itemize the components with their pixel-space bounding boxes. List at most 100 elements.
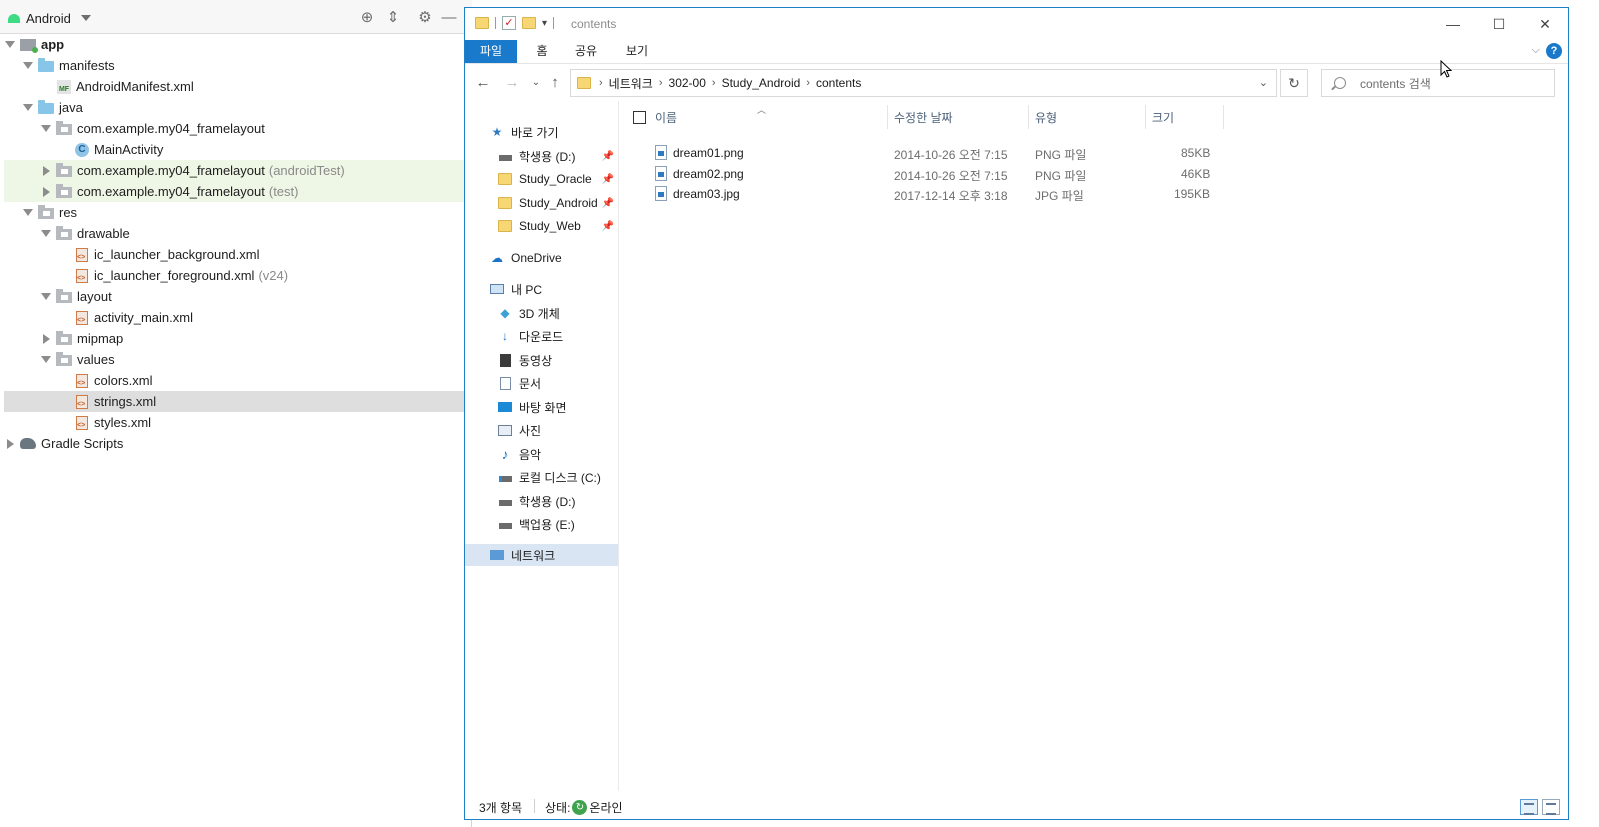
expand-arrow-icon[interactable] — [4, 438, 16, 450]
tree-item-ic-launcher-foreground[interactable]: ic_launcher_foreground.xml (v24) — [4, 265, 472, 286]
nav-3d-objects[interactable]: ◆ 3D 개체 — [465, 302, 618, 324]
tree-item-drawable[interactable]: drawable — [4, 223, 472, 244]
breadcrumb-separator-icon[interactable]: › — [599, 77, 603, 89]
close-button[interactable]: ✕ — [1522, 8, 1568, 40]
expand-arrow-icon[interactable] — [40, 165, 52, 177]
view-selector[interactable]: Android — [8, 9, 91, 27]
tab-file[interactable]: 파일 — [465, 40, 517, 63]
breadcrumb-separator-icon[interactable]: › — [712, 77, 716, 89]
collapse-all-icon[interactable]: ⇕ — [384, 9, 402, 27]
expand-arrow-icon[interactable] — [40, 123, 52, 135]
search-input[interactable]: contents 검색 — [1321, 69, 1555, 97]
column-size[interactable]: 크기 — [1152, 109, 1174, 126]
gear-icon[interactable]: ⚙ — [416, 9, 434, 27]
divider[interactable] — [887, 105, 888, 129]
nav-music[interactable]: ♪ 음악 — [465, 443, 618, 465]
nav-videos[interactable]: 동영상 — [465, 349, 618, 371]
nav-desktop[interactable]: 바탕 화면 — [465, 396, 618, 418]
details-view-button[interactable] — [1520, 799, 1538, 815]
column-modified[interactable]: 수정한 날짜 — [894, 109, 953, 126]
divider[interactable] — [1028, 105, 1029, 129]
tree-item-styles[interactable]: styles.xml — [4, 412, 472, 433]
expand-arrow-icon[interactable] — [22, 102, 34, 114]
tab-home[interactable]: 홈 — [527, 40, 557, 63]
hide-icon[interactable]: — — [440, 9, 458, 27]
new-folder-icon[interactable] — [522, 17, 536, 29]
pin-icon[interactable]: 📌 — [602, 198, 614, 209]
forward-button[interactable]: → — [502, 74, 522, 92]
tree-item-gradle-scripts[interactable]: Gradle Scripts — [4, 433, 472, 454]
nav-downloads[interactable]: ↓ 다운로드 — [465, 325, 618, 347]
tree-item-package-androidtest[interactable]: com.example.my04_framelayout (androidTes… — [4, 160, 472, 181]
expand-ribbon-icon[interactable]: ⌵ — [1532, 44, 1540, 57]
tree-item-strings[interactable]: strings.xml — [4, 391, 472, 412]
select-all-checkbox[interactable] — [633, 111, 646, 124]
nav-pinned-item[interactable]: Study_Android 📌 — [465, 192, 618, 214]
properties-icon[interactable]: ✓ — [502, 16, 516, 30]
pin-icon[interactable]: 📌 — [602, 151, 614, 162]
help-icon[interactable]: ? — [1546, 43, 1562, 59]
tab-view[interactable]: 보기 — [619, 40, 655, 63]
nav-backup-e[interactable]: 백업용 (E:) — [465, 513, 618, 535]
tree-item-package-test[interactable]: com.example.my04_framelayout (test) — [4, 181, 472, 202]
expand-arrow-icon[interactable] — [40, 354, 52, 366]
tree-item-manifests[interactable]: manifests — [4, 55, 472, 76]
nav-onedrive[interactable]: ☁ OneDrive — [465, 247, 618, 269]
maximize-button[interactable]: ☐ — [1476, 8, 1522, 40]
divider[interactable] — [1223, 105, 1224, 129]
expand-arrow-icon[interactable] — [40, 228, 52, 240]
nav-network[interactable]: 네트워크 — [465, 544, 618, 566]
file-row[interactable]: dream03.jpg 2017-12-14 오후 3:18 JPG 파일 19… — [651, 184, 1531, 204]
breadcrumb-item[interactable]: contents — [816, 76, 861, 90]
expand-arrow-icon[interactable] — [40, 333, 52, 345]
breadcrumb-item[interactable]: 네트워크 — [609, 75, 653, 92]
expand-arrow-icon[interactable] — [22, 60, 34, 72]
divider[interactable] — [1145, 105, 1146, 129]
back-button[interactable]: ← — [473, 74, 493, 92]
tree-item-layout[interactable]: layout — [4, 286, 472, 307]
tree-item-app[interactable]: app — [4, 34, 472, 55]
locate-icon[interactable]: ⊕ — [358, 9, 376, 27]
expand-arrow-icon[interactable] — [40, 186, 52, 198]
breadcrumb-item[interactable]: Study_Android — [722, 76, 801, 90]
refresh-button[interactable]: ↻ — [1280, 69, 1308, 97]
tree-item-java[interactable]: java — [4, 97, 472, 118]
expand-arrow-icon[interactable] — [4, 39, 16, 51]
large-icons-view-button[interactable] — [1542, 799, 1560, 815]
tab-share[interactable]: 공유 — [567, 40, 605, 63]
tree-item-activity-main[interactable]: activity_main.xml — [4, 307, 472, 328]
recent-locations-button[interactable]: ⌄ — [526, 74, 546, 92]
nav-pinned-item[interactable]: 학생용 (D:) 📌 — [465, 145, 618, 167]
pin-icon[interactable]: 📌 — [602, 221, 614, 232]
tree-item-res[interactable]: res — [4, 202, 472, 223]
tree-item-mainactivity[interactable]: C MainActivity — [4, 139, 472, 160]
address-bar[interactable]: › 네트워크 › 302-00 › Study_Android › conten… — [570, 69, 1277, 97]
nav-pinned-item[interactable]: Study_Web 📌 — [465, 215, 618, 237]
nav-local-disk-c[interactable]: 로컬 디스크 (C:) — [465, 466, 618, 488]
nav-quick-access[interactable]: ★ 바로 가기 — [465, 121, 618, 143]
tree-item-package[interactable]: com.example.my04_framelayout — [4, 118, 472, 139]
nav-this-pc[interactable]: 내 PC — [465, 278, 618, 300]
column-type[interactable]: 유형 — [1035, 109, 1057, 126]
customize-qat-icon[interactable]: ▾ — [542, 18, 547, 29]
file-row[interactable]: dream02.png 2014-10-26 오전 7:15 PNG 파일 46… — [651, 164, 1531, 184]
up-button[interactable]: ↑ — [545, 74, 565, 92]
expand-arrow-icon[interactable] — [40, 291, 52, 303]
minimize-button[interactable]: — — [1430, 8, 1476, 40]
tree-item-ic-launcher-background[interactable]: ic_launcher_background.xml — [4, 244, 472, 265]
breadcrumb-item[interactable]: 302-00 — [669, 76, 706, 90]
column-name[interactable]: 이름 — [655, 109, 677, 126]
breadcrumb-separator-icon[interactable]: › — [659, 77, 663, 89]
nav-documents[interactable]: 문서 — [465, 372, 618, 394]
tree-item-values[interactable]: values — [4, 349, 472, 370]
nav-student-d[interactable]: 학생용 (D:) — [465, 490, 618, 512]
expand-arrow-icon[interactable] — [22, 207, 34, 219]
nav-pictures[interactable]: 사진 — [465, 419, 618, 441]
chevron-down-icon[interactable]: ⌄ — [1259, 76, 1268, 89]
pin-icon[interactable]: 📌 — [602, 174, 614, 185]
tree-item-colors[interactable]: colors.xml — [4, 370, 472, 391]
nav-pinned-item[interactable]: Study_Oracle 📌 — [465, 168, 618, 190]
tree-item-androidmanifest[interactable]: MF AndroidManifest.xml — [4, 76, 472, 97]
breadcrumb-separator-icon[interactable]: › — [806, 77, 810, 89]
tree-item-mipmap[interactable]: mipmap — [4, 328, 472, 349]
